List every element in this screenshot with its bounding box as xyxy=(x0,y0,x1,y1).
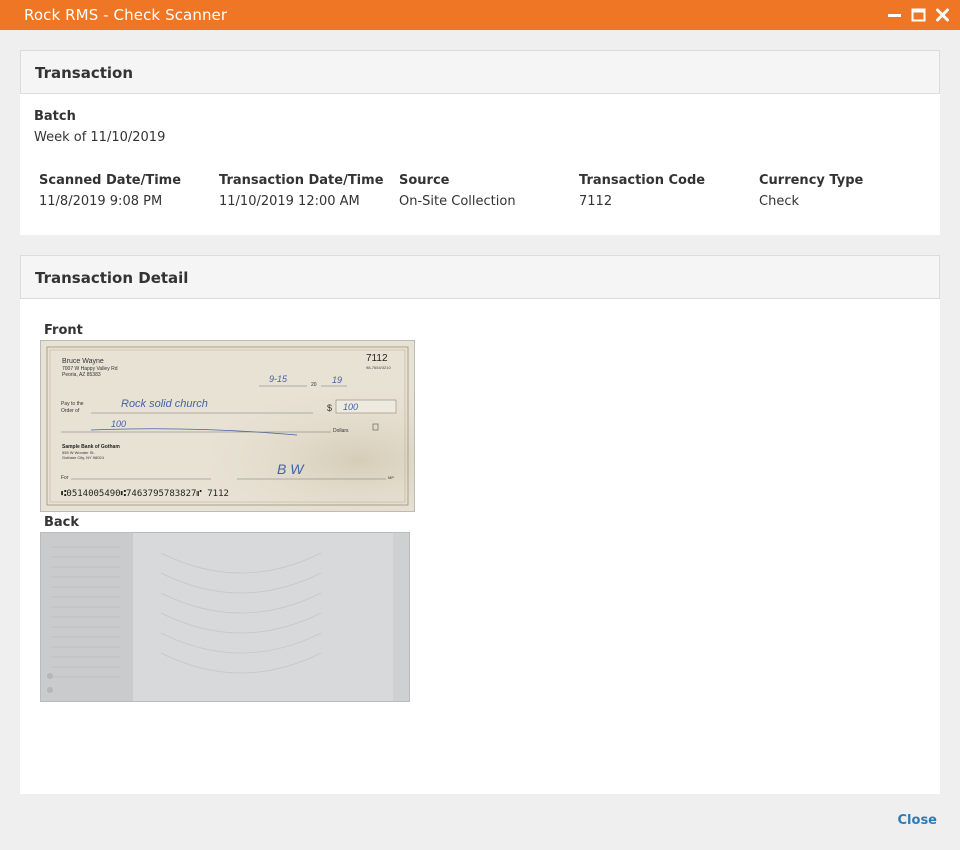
check-mp: MP xyxy=(388,475,394,480)
check-address2: Peoria, AZ 85383 xyxy=(62,372,101,378)
check-date-prefix: 20 xyxy=(311,382,317,388)
transaction-code-value: 7112 xyxy=(579,194,613,209)
transaction-detail-panel: Transaction Detail Front Bruce Wayne 700… xyxy=(20,255,940,794)
window-title: Rock RMS - Check Scanner xyxy=(24,6,228,24)
window-controls xyxy=(887,8,950,22)
check-name: Bruce Wayne xyxy=(62,358,104,365)
scanned-datetime-value: 11/8/2019 9:08 PM xyxy=(39,194,163,209)
batch-label: Batch xyxy=(34,109,76,124)
transaction-detail-heading: Transaction Detail xyxy=(35,269,189,287)
check-signature: B W xyxy=(277,461,305,477)
currency-type-label: Currency Type xyxy=(759,173,864,188)
check-amount-sign: $ xyxy=(327,403,332,413)
source-value: On-Site Collection xyxy=(399,194,516,209)
front-label: Front xyxy=(44,323,83,338)
check-micr: ⑆0514005490⑆7463795783827⑈ 7112 xyxy=(61,489,229,499)
transaction-code-label: Transaction Code xyxy=(579,173,706,188)
transaction-datetime-value: 11/10/2019 12:00 AM xyxy=(219,194,360,209)
source-label: Source xyxy=(399,173,450,188)
check-payto-line2: Order of xyxy=(61,408,80,414)
check-bank-addr2: Gotham City, NY 98024 xyxy=(62,455,105,460)
currency-type-value: Check xyxy=(759,194,799,209)
check-written-amount: 100 xyxy=(111,419,126,429)
batch-value: Week of 11/10/2019 xyxy=(34,130,166,145)
check-number: 7112 xyxy=(366,353,388,364)
transaction-panel-header: Transaction xyxy=(20,50,940,94)
check-routing-small: 98-7654/3210 xyxy=(366,365,391,370)
maximize-icon[interactable] xyxy=(911,8,926,22)
transaction-datetime-label: Transaction Date/Time xyxy=(219,173,384,188)
check-memo: For xyxy=(61,475,69,481)
transaction-panel: Transaction Batch Week of 11/10/2019 Sca… xyxy=(20,50,940,235)
check-payee: Rock solid church xyxy=(121,398,208,410)
close-button[interactable]: Close xyxy=(898,813,937,828)
back-label: Back xyxy=(44,515,80,530)
check-back-image xyxy=(40,532,410,702)
check-amount: 100 xyxy=(343,402,358,412)
check-dollars: Dollars xyxy=(333,428,349,434)
check-date-year: 19 xyxy=(332,375,342,385)
check-payto-line1: Pay to the xyxy=(61,401,84,407)
transaction-heading: Transaction xyxy=(35,64,134,82)
window-titlebar: Rock RMS - Check Scanner xyxy=(0,0,960,30)
close-icon[interactable] xyxy=(935,8,950,22)
transaction-detail-panel-header: Transaction Detail xyxy=(20,255,940,299)
check-date: 9-15 xyxy=(269,374,288,384)
minimize-icon[interactable] xyxy=(887,8,902,22)
check-front-image: Bruce Wayne 7007 W Happy Valley Rd Peori… xyxy=(40,340,415,512)
scanned-datetime-label: Scanned Date/Time xyxy=(39,173,182,188)
